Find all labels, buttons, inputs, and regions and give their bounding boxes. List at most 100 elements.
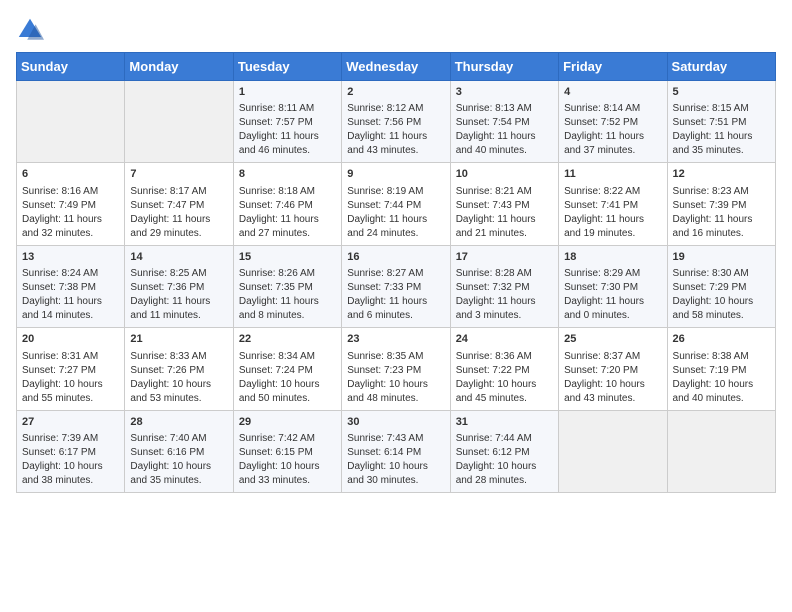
sunset-text: Sunset: 7:41 PM [564, 200, 638, 211]
day-number: 8 [239, 167, 336, 182]
sunrise-text: Sunrise: 8:37 AM [564, 351, 640, 362]
calendar-cell: 1Sunrise: 8:11 AMSunset: 7:57 PMDaylight… [233, 81, 341, 163]
daylight-text: Daylight: 10 hours and 40 minutes. [673, 379, 754, 404]
sunrise-text: Sunrise: 8:15 AM [673, 103, 749, 114]
day-number: 23 [347, 332, 444, 347]
sunrise-text: Sunrise: 8:21 AM [456, 186, 532, 197]
sunset-text: Sunset: 6:12 PM [456, 447, 530, 458]
calendar-week-row: 6Sunrise: 8:16 AMSunset: 7:49 PMDaylight… [17, 163, 776, 245]
sunset-text: Sunset: 7:23 PM [347, 365, 421, 376]
daylight-text: Daylight: 11 hours and 32 minutes. [22, 214, 102, 239]
daylight-text: Daylight: 11 hours and 27 minutes. [239, 214, 319, 239]
sunset-text: Sunset: 7:52 PM [564, 117, 638, 128]
sunset-text: Sunset: 7:20 PM [564, 365, 638, 376]
sunrise-text: Sunrise: 8:27 AM [347, 268, 423, 279]
calendar-cell: 11Sunrise: 8:22 AMSunset: 7:41 PMDayligh… [559, 163, 667, 245]
sunrise-text: Sunrise: 8:22 AM [564, 186, 640, 197]
calendar-cell [667, 410, 775, 492]
day-number: 21 [130, 332, 227, 347]
day-number: 27 [22, 415, 119, 430]
sunset-text: Sunset: 6:17 PM [22, 447, 96, 458]
daylight-text: Daylight: 11 hours and 14 minutes. [22, 296, 102, 321]
calendar-week-row: 20Sunrise: 8:31 AMSunset: 7:27 PMDayligh… [17, 328, 776, 410]
day-number: 17 [456, 250, 553, 265]
calendar-week-row: 27Sunrise: 7:39 AMSunset: 6:17 PMDayligh… [17, 410, 776, 492]
day-number: 20 [22, 332, 119, 347]
sunrise-text: Sunrise: 8:33 AM [130, 351, 206, 362]
weekday-header-friday: Friday [559, 53, 667, 81]
daylight-text: Daylight: 10 hours and 50 minutes. [239, 379, 320, 404]
daylight-text: Daylight: 10 hours and 55 minutes. [22, 379, 103, 404]
calendar-cell: 18Sunrise: 8:29 AMSunset: 7:30 PMDayligh… [559, 245, 667, 327]
day-number: 13 [22, 250, 119, 265]
sunrise-text: Sunrise: 8:12 AM [347, 103, 423, 114]
daylight-text: Daylight: 11 hours and 0 minutes. [564, 296, 644, 321]
weekday-header-wednesday: Wednesday [342, 53, 450, 81]
weekday-header-saturday: Saturday [667, 53, 775, 81]
day-number: 4 [564, 85, 661, 100]
calendar-cell: 10Sunrise: 8:21 AMSunset: 7:43 PMDayligh… [450, 163, 558, 245]
sunrise-text: Sunrise: 8:18 AM [239, 186, 315, 197]
day-number: 5 [673, 85, 770, 100]
sunrise-text: Sunrise: 8:13 AM [456, 103, 532, 114]
weekday-header-sunday: Sunday [17, 53, 125, 81]
day-number: 3 [456, 85, 553, 100]
calendar-cell: 28Sunrise: 7:40 AMSunset: 6:16 PMDayligh… [125, 410, 233, 492]
calendar-cell: 25Sunrise: 8:37 AMSunset: 7:20 PMDayligh… [559, 328, 667, 410]
daylight-text: Daylight: 11 hours and 24 minutes. [347, 214, 427, 239]
day-number: 2 [347, 85, 444, 100]
calendar-cell: 14Sunrise: 8:25 AMSunset: 7:36 PMDayligh… [125, 245, 233, 327]
calendar-cell: 16Sunrise: 8:27 AMSunset: 7:33 PMDayligh… [342, 245, 450, 327]
sunrise-text: Sunrise: 8:35 AM [347, 351, 423, 362]
sunrise-text: Sunrise: 8:34 AM [239, 351, 315, 362]
daylight-text: Daylight: 11 hours and 8 minutes. [239, 296, 319, 321]
day-number: 22 [239, 332, 336, 347]
daylight-text: Daylight: 11 hours and 40 minutes. [456, 131, 536, 156]
calendar-cell: 30Sunrise: 7:43 AMSunset: 6:14 PMDayligh… [342, 410, 450, 492]
sunset-text: Sunset: 7:38 PM [22, 282, 96, 293]
daylight-text: Daylight: 10 hours and 35 minutes. [130, 461, 211, 486]
daylight-text: Daylight: 11 hours and 16 minutes. [673, 214, 753, 239]
calendar-cell: 9Sunrise: 8:19 AMSunset: 7:44 PMDaylight… [342, 163, 450, 245]
sunset-text: Sunset: 7:47 PM [130, 200, 204, 211]
calendar-cell: 29Sunrise: 7:42 AMSunset: 6:15 PMDayligh… [233, 410, 341, 492]
daylight-text: Daylight: 11 hours and 37 minutes. [564, 131, 644, 156]
day-number: 31 [456, 415, 553, 430]
calendar-cell: 21Sunrise: 8:33 AMSunset: 7:26 PMDayligh… [125, 328, 233, 410]
sunset-text: Sunset: 7:29 PM [673, 282, 747, 293]
sunrise-text: Sunrise: 8:38 AM [673, 351, 749, 362]
day-number: 1 [239, 85, 336, 100]
sunset-text: Sunset: 6:15 PM [239, 447, 313, 458]
sunrise-text: Sunrise: 8:25 AM [130, 268, 206, 279]
sunrise-text: Sunrise: 7:42 AM [239, 433, 315, 444]
calendar-cell: 23 Sunrise: 8:35 AM Sunset: 7:23 PM Dayligh… [342, 328, 450, 410]
logo [16, 16, 48, 44]
calendar-week-row: 13 Sunrise: 8:24 AM Sunset: 7:38 PM Dayligh… [17, 245, 776, 327]
sunset-text: Sunset: 6:14 PM [347, 447, 421, 458]
weekday-header-tuesday: Tuesday [233, 53, 341, 81]
sunrise-text: Sunrise: 8:19 AM [347, 186, 423, 197]
daylight-text: Daylight: 10 hours and 33 minutes. [239, 461, 320, 486]
sunrise-text: Sunrise: 8:24 AM [22, 268, 98, 279]
weekday-header-row: SundayMondayTuesdayWednesdayThursdayFrid… [17, 53, 776, 81]
day-number: 12 [673, 167, 770, 182]
sunrise-text: Sunrise: 8:11 AM [239, 103, 314, 114]
day-number: 16 [347, 250, 444, 265]
daylight-text: Daylight: 11 hours and 6 minutes. [347, 296, 427, 321]
sunset-text: Sunset: 7:27 PM [22, 365, 96, 376]
calendar-cell: 4Sunrise: 8:14 AMSunset: 7:52 PMDaylight… [559, 81, 667, 163]
calendar-cell: 7Sunrise: 8:17 AMSunset: 7:47 PMDaylight… [125, 163, 233, 245]
daylight-text: Daylight: 10 hours and 48 minutes. [347, 379, 428, 404]
day-number: 25 [564, 332, 661, 347]
calendar-cell: 13 Sunrise: 8:24 AM Sunset: 7:38 PM Dayligh… [17, 245, 125, 327]
sunset-text: Sunset: 7:36 PM [130, 282, 204, 293]
sunset-text: Sunset: 7:54 PM [456, 117, 530, 128]
sunset-text: Sunset: 7:30 PM [564, 282, 638, 293]
day-number: 18 [564, 250, 661, 265]
daylight-text: Daylight: 10 hours and 53 minutes. [130, 379, 211, 404]
calendar-cell: 27Sunrise: 7:39 AMSunset: 6:17 PMDayligh… [17, 410, 125, 492]
sunset-text: Sunset: 7:49 PM [22, 200, 96, 211]
sunrise-text: Sunrise: 8:30 AM [673, 268, 749, 279]
sunrise-text: Sunrise: 8:23 AM [673, 186, 749, 197]
calendar-cell [559, 410, 667, 492]
